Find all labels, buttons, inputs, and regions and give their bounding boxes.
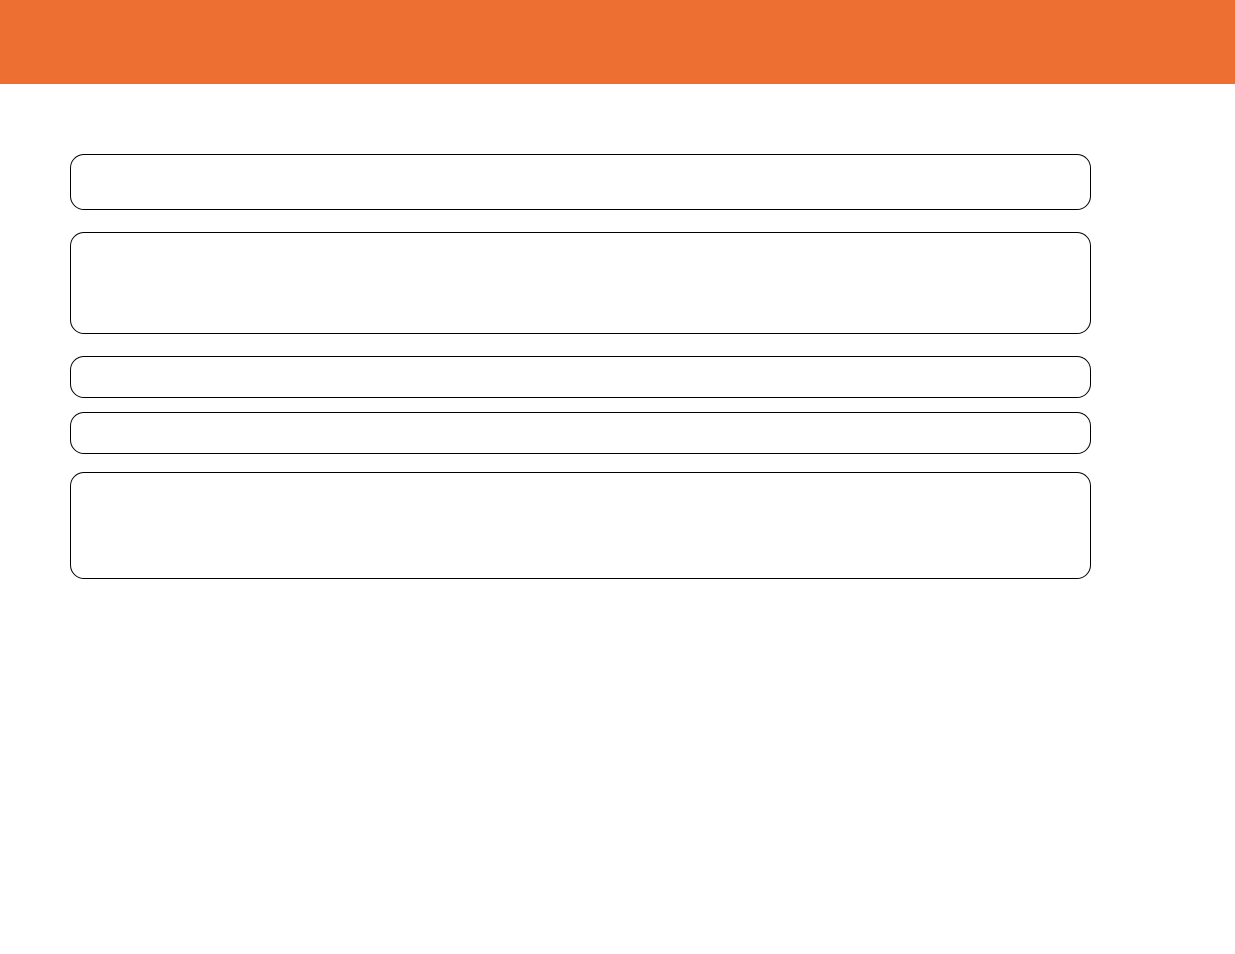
header-bar (0, 0, 1235, 84)
content-area (0, 84, 1235, 579)
outline-box-5 (70, 472, 1091, 579)
outline-box-2 (70, 232, 1091, 334)
outline-box-3 (70, 356, 1091, 398)
outline-box-1 (70, 154, 1091, 210)
outline-box-4 (70, 412, 1091, 454)
